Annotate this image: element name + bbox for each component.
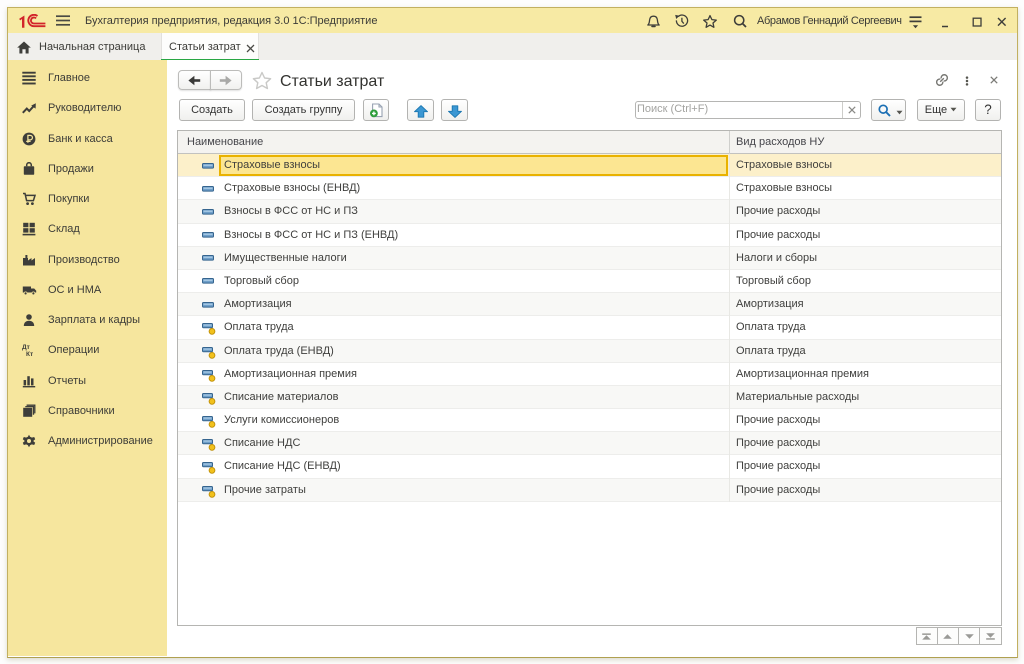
svg-text:Кт: Кт xyxy=(26,351,33,357)
svg-text:Дт: Дт xyxy=(22,344,30,351)
